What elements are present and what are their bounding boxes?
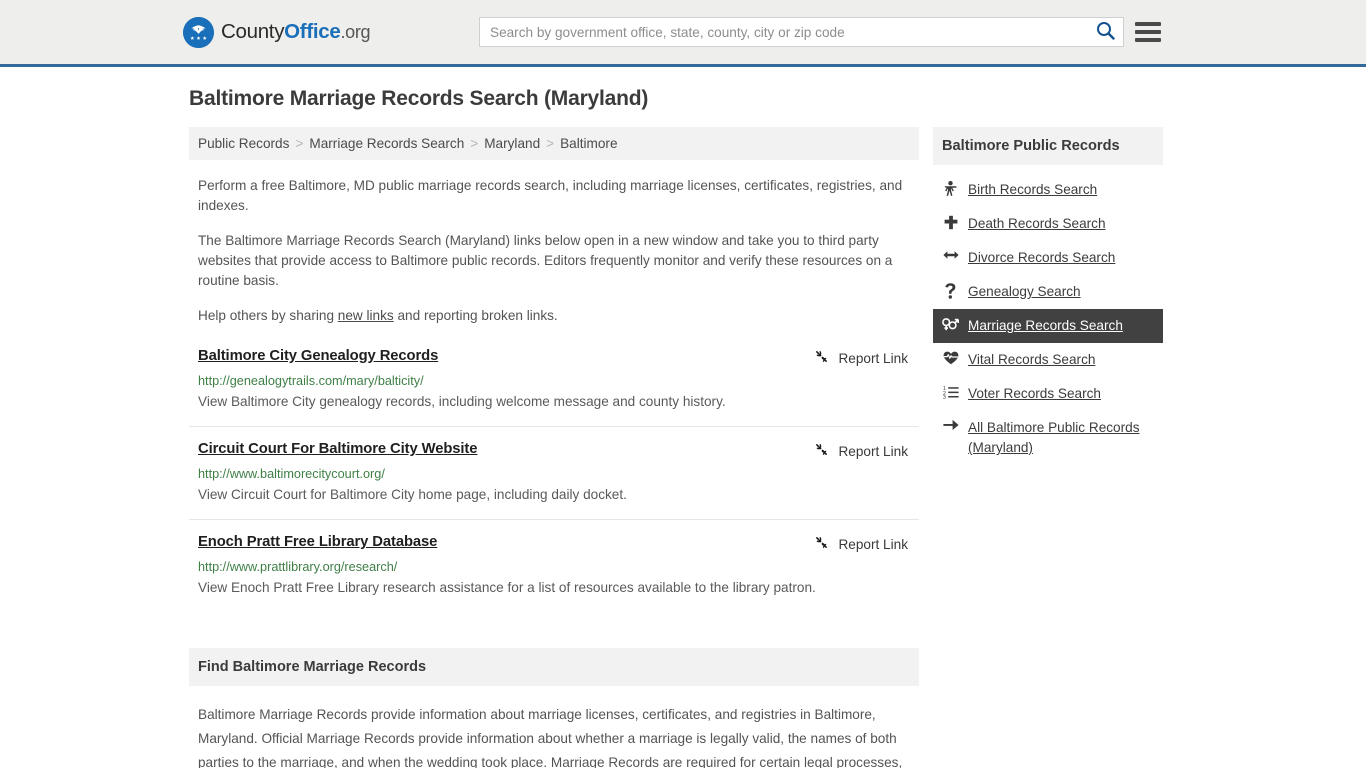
sidebar-item-label: Vital Records Search bbox=[968, 352, 1096, 367]
sidebar-item-label: Death Records Search bbox=[968, 216, 1106, 231]
find-records-body: Baltimore Marriage Records provide infor… bbox=[198, 707, 903, 768]
sidebar-item-voter-records-search[interactable]: 1 2 3 Voter Records Search bbox=[933, 377, 1163, 411]
heartbeat-icon bbox=[942, 350, 959, 365]
new-links-link[interactable]: new links bbox=[338, 308, 394, 323]
question-mark-icon bbox=[942, 282, 959, 299]
logo-text-office: Office bbox=[284, 20, 341, 44]
sidebar-item-label: Birth Records Search bbox=[968, 182, 1098, 197]
result-item: Baltimore City Genealogy Records Report … bbox=[189, 348, 919, 427]
result-description: View Enoch Pratt Free Library research a… bbox=[198, 580, 816, 595]
breadcrumb-item-marriage-records-search[interactable]: Marriage Records Search bbox=[309, 136, 464, 151]
report-link-button[interactable]: Report Link bbox=[814, 348, 908, 367]
report-link-label: Report Link bbox=[838, 443, 908, 459]
svg-text:3: 3 bbox=[943, 395, 946, 399]
results-list: Baltimore City Genealogy Records Report … bbox=[189, 348, 919, 612]
breadcrumb-separator: > bbox=[295, 136, 304, 151]
site-logo-text: CountyOffice.org bbox=[221, 20, 371, 44]
hamburger-menu-icon bbox=[1135, 22, 1161, 26]
breadcrumb: Public Records > Marriage Records Search… bbox=[189, 127, 919, 160]
find-records-section: Find Baltimore Marriage Records Baltimor… bbox=[189, 648, 919, 768]
report-link-button[interactable]: Report Link bbox=[814, 441, 908, 460]
logo-text-domain: .org bbox=[340, 22, 371, 43]
sidebar-item-genealogy-search[interactable]: Genealogy Search bbox=[933, 275, 1163, 309]
sidebar-item-vital-records-search[interactable]: Vital Records Search bbox=[933, 343, 1163, 377]
find-records-heading: Find Baltimore Marriage Records bbox=[189, 648, 919, 686]
report-link-button[interactable]: Report Link bbox=[814, 534, 908, 553]
intro-paragraph-1: Perform a free Baltimore, MD public marr… bbox=[198, 178, 903, 213]
broken-link-icon bbox=[814, 349, 829, 367]
arrow-right-icon bbox=[942, 418, 959, 431]
result-url[interactable]: http://www.prattlibrary.org/research/ bbox=[198, 560, 910, 574]
report-link-label: Report Link bbox=[838, 350, 908, 366]
breadcrumb-separator: > bbox=[546, 136, 555, 151]
result-description: View Baltimore City genealogy records, i… bbox=[198, 394, 726, 409]
search-button[interactable] bbox=[1087, 18, 1123, 46]
search-input[interactable] bbox=[480, 18, 1087, 46]
result-title-link[interactable]: Baltimore City Genealogy Records bbox=[198, 348, 438, 364]
left-right-arrow-icon bbox=[942, 248, 959, 261]
result-description: View Circuit Court for Baltimore City ho… bbox=[198, 487, 627, 502]
page-title: Baltimore Marriage Records Search (Maryl… bbox=[189, 87, 649, 110]
report-link-label: Report Link bbox=[838, 536, 908, 552]
result-item: Circuit Court For Baltimore City Website… bbox=[189, 441, 919, 520]
result-url[interactable]: http://genealogytrails.com/mary/balticit… bbox=[198, 374, 910, 388]
broken-link-icon bbox=[814, 442, 829, 460]
site-header: CountyOffice.org bbox=[0, 0, 1366, 67]
search-box[interactable] bbox=[479, 17, 1124, 47]
intro-paragraph-3: Help others by sharing new links and rep… bbox=[198, 306, 904, 326]
sidebar: Baltimore Public Records Birth Records S… bbox=[933, 127, 1163, 768]
result-item: Enoch Pratt Free Library Database Report… bbox=[189, 534, 919, 612]
breadcrumb-item-baltimore: Baltimore bbox=[560, 136, 618, 151]
main-content: Public Records > Marriage Records Search… bbox=[189, 127, 919, 768]
intro-p3-before: Help others by sharing bbox=[198, 308, 338, 323]
venus-mars-icon bbox=[942, 316, 959, 331]
broken-link-icon bbox=[814, 535, 829, 553]
eagle-stars-seal-icon bbox=[183, 17, 214, 48]
sidebar-item-all-public-records[interactable]: All Baltimore Public Records (Maryland) bbox=[933, 411, 1163, 465]
intro-paragraph-2: The Baltimore Marriage Records Search (M… bbox=[198, 233, 893, 288]
breadcrumb-separator: > bbox=[470, 136, 479, 151]
result-url[interactable]: http://www.baltimorecitycourt.org/ bbox=[198, 467, 910, 481]
sidebar-item-marriage-records-search[interactable]: Marriage Records Search bbox=[933, 309, 1163, 343]
breadcrumb-item-maryland[interactable]: Maryland bbox=[484, 136, 540, 151]
cross-plus-icon bbox=[942, 214, 959, 230]
baby-icon bbox=[942, 180, 959, 197]
sidebar-item-birth-records-search[interactable]: Birth Records Search bbox=[933, 173, 1163, 207]
search-icon bbox=[1096, 21, 1115, 43]
sidebar-item-label: Voter Records Search bbox=[968, 386, 1101, 401]
result-title-link[interactable]: Enoch Pratt Free Library Database bbox=[198, 534, 437, 550]
breadcrumb-item-public-records[interactable]: Public Records bbox=[198, 136, 289, 151]
hamburger-menu-icon bbox=[1135, 30, 1161, 34]
sidebar-item-death-records-search[interactable]: Death Records Search bbox=[933, 207, 1163, 241]
intro-p3-after: and reporting broken links. bbox=[393, 308, 558, 323]
logo-text-county: County bbox=[221, 20, 285, 44]
sidebar-item-label: Divorce Records Search bbox=[968, 250, 1116, 265]
result-title-link[interactable]: Circuit Court For Baltimore City Website bbox=[198, 441, 477, 457]
sidebar-item-divorce-records-search[interactable]: Divorce Records Search bbox=[933, 241, 1163, 275]
site-logo[interactable]: CountyOffice.org bbox=[183, 17, 371, 48]
sidebar-item-label: All Baltimore Public Records (Maryland) bbox=[968, 420, 1140, 455]
page-container: Baltimore Marriage Records Search (Maryl… bbox=[183, 87, 1183, 768]
sidebar-item-label: Marriage Records Search bbox=[968, 318, 1123, 333]
sidebar-item-label: Genealogy Search bbox=[968, 284, 1081, 299]
hamburger-menu-button[interactable] bbox=[1135, 19, 1161, 45]
ordered-list-icon: 1 2 3 bbox=[942, 384, 959, 399]
sidebar-heading: Baltimore Public Records bbox=[933, 127, 1163, 165]
sidebar-list: Birth Records Search Death Records Searc… bbox=[933, 173, 1163, 465]
hamburger-menu-icon bbox=[1135, 38, 1161, 42]
